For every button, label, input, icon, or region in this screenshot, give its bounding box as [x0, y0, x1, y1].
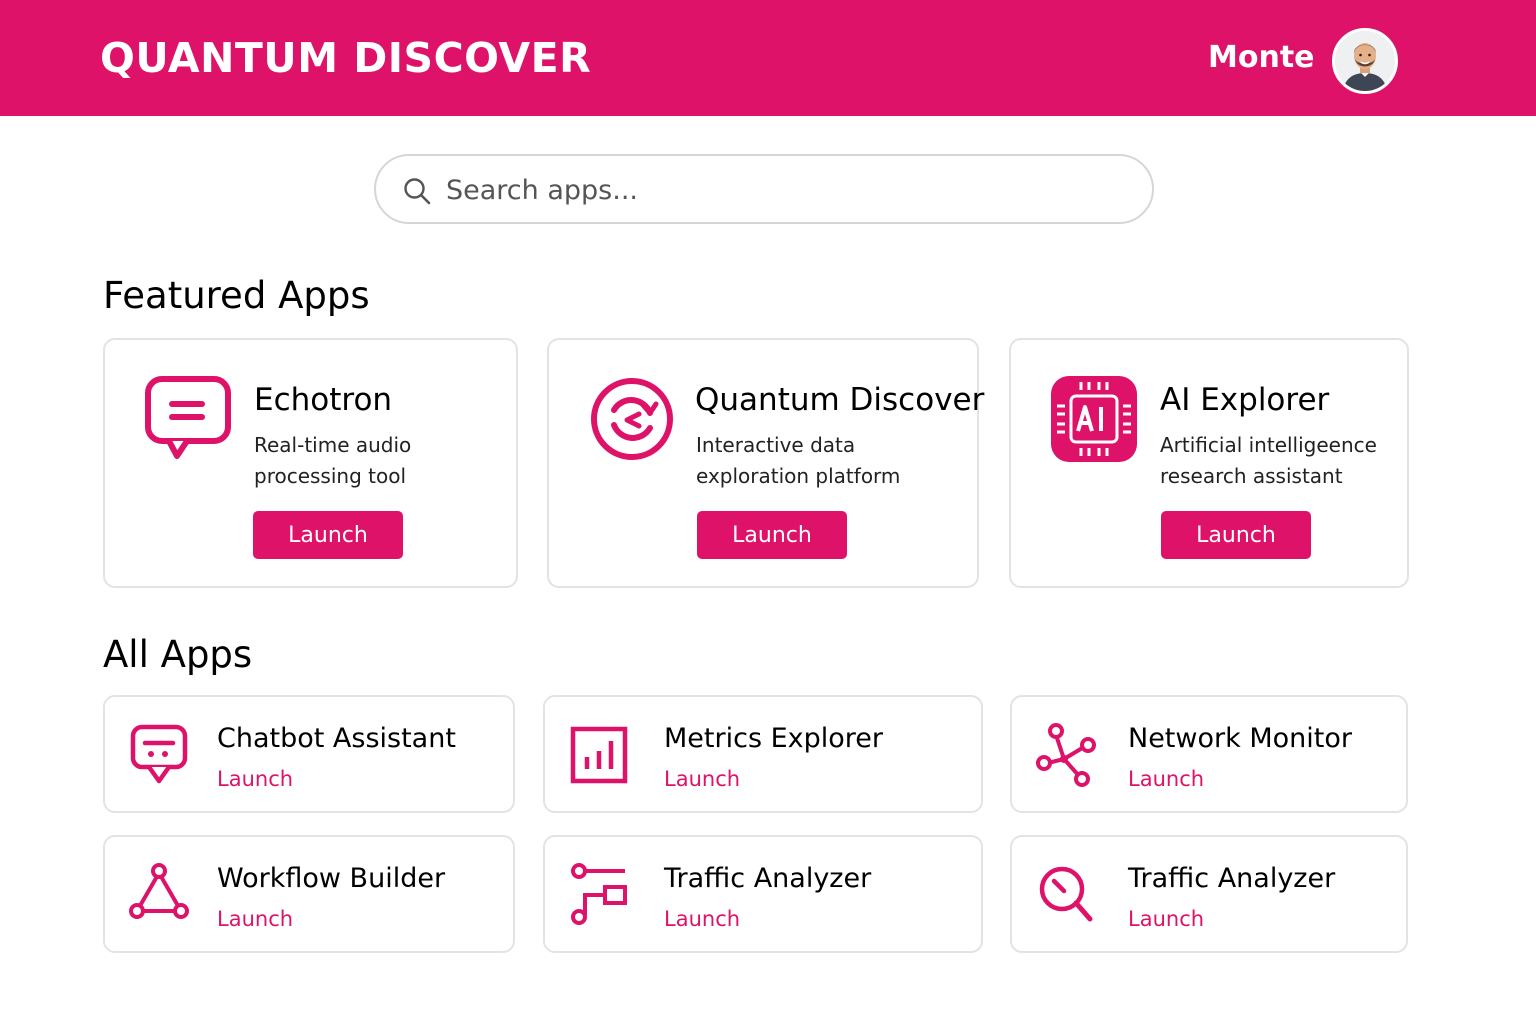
app-name: Traffic Analyzer	[1128, 863, 1336, 894]
app-launch-link[interactable]: Launch	[1128, 907, 1204, 931]
featured-app-desc-line2: research assistant	[1160, 464, 1343, 488]
featured-app-description: Interactive data exploration platform	[696, 430, 900, 492]
search-icon	[404, 178, 431, 205]
app-card-workflow-builder[interactable]: Workflow Builder Launch	[103, 835, 515, 953]
app-launch-link[interactable]: Launch	[1128, 767, 1204, 791]
app-name: Workflow Builder	[217, 863, 446, 894]
featured-app-name: Echotron	[254, 382, 393, 418]
bar-chart-icon	[570, 726, 628, 784]
top-header: QUANTUM DISCOVER Monte	[0, 0, 1536, 116]
app-name: Traffic Analyzer	[664, 863, 872, 894]
featured-app-desc-line2: processing tool	[254, 464, 407, 488]
featured-app-name: Quantum Discover	[695, 382, 985, 418]
featured-app-desc-line1: Artificial intelligeence	[1160, 433, 1377, 457]
featured-app-desc-line2: exploration platform	[696, 464, 901, 488]
launch-quantum-discover-button[interactable]: Launch	[697, 511, 847, 559]
featured-apps-heading: Featured Apps	[103, 274, 370, 317]
chatbot-icon	[130, 724, 188, 784]
app-launch-link[interactable]: Launch	[217, 767, 293, 791]
search-bar[interactable]	[374, 154, 1154, 224]
user-name[interactable]: Monte	[1208, 40, 1315, 75]
app-card-traffic-analyzer[interactable]: Traffic Analyzer Launch	[543, 835, 983, 953]
app-card-chatbot-assistant[interactable]: Chatbot Assistant Launch	[103, 695, 515, 813]
magnifier-icon	[1039, 866, 1093, 922]
featured-app-description: Real-time audio processing tool	[254, 430, 411, 492]
ai-chip-icon	[1051, 376, 1137, 462]
launch-ai-explorer-button[interactable]: Launch	[1161, 511, 1311, 559]
app-card-traffic-analyzer-2[interactable]: Traffic Analyzer Launch	[1010, 835, 1408, 953]
app-brand-title: QUANTUM DISCOVER	[100, 34, 592, 82]
launch-echotron-button[interactable]: Launch	[253, 511, 403, 559]
app-name: Network Monitor	[1128, 723, 1352, 754]
workflow-triangle-icon	[129, 863, 189, 919]
app-name: Metrics Explorer	[664, 723, 884, 754]
chat-bubble-icon	[145, 376, 231, 459]
all-apps-heading: All Apps	[103, 633, 253, 676]
avatar-portrait-icon	[1335, 31, 1395, 91]
featured-card-echotron: Echotron Real-time audio processing tool…	[103, 338, 518, 588]
app-launch-link[interactable]: Launch	[664, 907, 740, 931]
featured-app-desc-line1: Real-time audio	[254, 433, 412, 457]
app-name: Chatbot Assistant	[217, 723, 456, 754]
app-launch-link[interactable]: Launch	[664, 767, 740, 791]
featured-app-name: AI Explorer	[1160, 382, 1330, 418]
featured-app-desc-line1: Interactive data	[696, 433, 856, 457]
search-input[interactable]	[446, 168, 1126, 212]
flow-connector-icon	[571, 863, 627, 925]
featured-card-ai-explorer: AI Explorer Artificial intelligeence res…	[1009, 338, 1409, 588]
refresh-cycle-icon	[591, 378, 673, 460]
app-card-metrics-explorer[interactable]: Metrics Explorer Launch	[543, 695, 983, 813]
app-launch-link[interactable]: Launch	[217, 907, 293, 931]
featured-app-description: Artificial intelligeence research assist…	[1160, 430, 1377, 492]
featured-card-quantum-discover: Quantum Discover Interactive data explor…	[547, 338, 984, 588]
app-card-network-monitor[interactable]: Network Monitor Launch	[1010, 695, 1408, 813]
network-nodes-icon	[1036, 723, 1096, 787]
user-avatar[interactable]	[1332, 28, 1398, 94]
